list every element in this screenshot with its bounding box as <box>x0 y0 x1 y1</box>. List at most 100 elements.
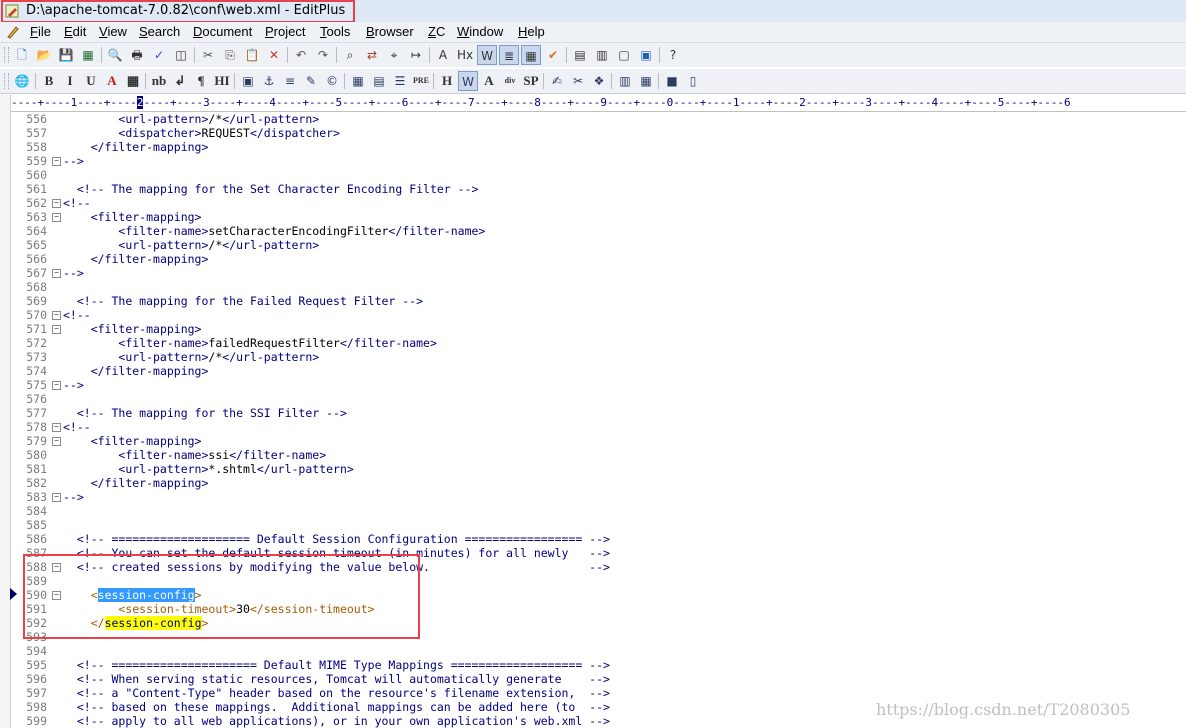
pre-button[interactable]: PRE <box>411 71 431 91</box>
find-in-files-icon[interactable]: ⌖ <box>384 45 404 65</box>
column-icon[interactable]: ▦ <box>521 45 541 65</box>
print-icon[interactable]: 🖶 <box>127 45 147 65</box>
output-icon[interactable]: ▣ <box>636 45 656 65</box>
code-line[interactable]: 578− <!-- <box>11 420 1186 434</box>
goto-icon[interactable]: ↦ <box>406 45 426 65</box>
code-line[interactable]: 582 </filter-mapping> <box>11 476 1186 490</box>
help-icon[interactable]: ? <box>663 45 683 65</box>
code-line[interactable]: 572 <filter-name>failedRequestFilter</fi… <box>11 336 1186 350</box>
code-line[interactable]: 583− --> <box>11 490 1186 504</box>
hex-icon[interactable]: Hx <box>455 45 475 65</box>
code-line[interactable]: 570− <!-- <box>11 308 1186 322</box>
frame-button[interactable]: ▥ <box>615 71 635 91</box>
menu-search[interactable]: Search <box>139 24 180 39</box>
code-line[interactable]: 576 <box>11 392 1186 406</box>
code-line[interactable]: 569 <!-- The mapping for the Failed Requ… <box>11 294 1186 308</box>
code-line[interactable]: 565 <url-pattern>/*</url-pattern> <box>11 238 1186 252</box>
fold-toggle-icon[interactable]: − <box>52 325 61 334</box>
menu-zc[interactable]: ZC <box>428 24 445 39</box>
code-line[interactable]: 561 <!-- The mapping for the Set Charact… <box>11 182 1186 196</box>
toolbar-icon[interactable]: ▤ <box>570 45 590 65</box>
code-line[interactable]: 595 <!-- ===================== Default M… <box>11 658 1186 672</box>
menu-tools[interactable]: Tools <box>320 24 350 39</box>
menu-project[interactable]: Project <box>265 24 305 39</box>
fold-toggle-icon[interactable]: − <box>52 423 61 432</box>
fold-toggle-icon[interactable]: − <box>52 311 61 320</box>
hx-button[interactable]: H <box>437 71 457 91</box>
fold-toggle-icon[interactable]: − <box>52 381 61 390</box>
div-button[interactable]: div <box>500 71 520 91</box>
br-button[interactable]: ↲ <box>170 71 190 91</box>
code-line[interactable]: 556 <url-pattern>/*</url-pattern> <box>11 112 1186 126</box>
fold-toggle-icon[interactable]: − <box>52 269 61 278</box>
italic-button[interactable]: I <box>60 71 80 91</box>
delete-icon[interactable]: ✕ <box>264 45 284 65</box>
grid-button[interactable]: ▦ <box>636 71 656 91</box>
code-line[interactable]: 562− <!-- <box>11 196 1186 210</box>
word-wrap-icon[interactable]: W <box>477 45 497 65</box>
code-line[interactable]: 573 <url-pattern>/*</url-pattern> <box>11 350 1186 364</box>
sp-button[interactable]: SP <box>521 71 541 91</box>
code-line[interactable]: 557 <dispatcher>REQUEST</dispatcher> <box>11 126 1186 140</box>
menu-view[interactable]: View <box>99 24 127 39</box>
image-button[interactable]: ▣ <box>238 71 258 91</box>
find-icon[interactable]: ⌕ <box>340 45 360 65</box>
spell-check-icon[interactable]: ✓ <box>149 45 169 65</box>
copyright-button[interactable]: © <box>322 71 342 91</box>
code-line[interactable]: 581 <url-pattern>*.shtml</url-pattern> <box>11 462 1186 476</box>
toolbar-grip[interactable] <box>4 73 9 89</box>
code-line[interactable]: 594 <box>11 644 1186 658</box>
replace-icon[interactable]: ⇄ <box>362 45 382 65</box>
code-line[interactable]: 567− --> <box>11 266 1186 280</box>
save-icon[interactable]: 💾 <box>56 45 76 65</box>
table-button[interactable]: ▦ <box>348 71 368 91</box>
code-line[interactable]: 597 <!-- a "Content-Type" header based o… <box>11 686 1186 700</box>
fold-toggle-icon[interactable]: − <box>52 213 61 222</box>
code-line[interactable]: 596 <!-- When serving static resources, … <box>11 672 1186 686</box>
menu-document[interactable]: Document <box>193 24 252 39</box>
code-line[interactable]: 566 </filter-mapping> <box>11 252 1186 266</box>
nbsp-button[interactable]: nb <box>149 71 169 91</box>
code-line[interactable]: 580 <filter-name>ssi</filter-name> <box>11 448 1186 462</box>
open-file-icon[interactable]: 📂 <box>34 45 54 65</box>
undo-icon[interactable]: ↶ <box>291 45 311 65</box>
list-button[interactable]: ☰ <box>390 71 410 91</box>
menu-window[interactable]: Window <box>457 24 503 39</box>
print-preview-icon[interactable]: 🔍 <box>105 45 125 65</box>
cut-icon[interactable]: ✂ <box>198 45 218 65</box>
code-line[interactable]: 563− <filter-mapping> <box>11 210 1186 224</box>
menu-help[interactable]: Help <box>518 24 545 39</box>
code-line[interactable]: 585 <box>11 518 1186 532</box>
toolbar-grip[interactable] <box>4 47 9 63</box>
a-button[interactable]: A <box>479 71 499 91</box>
code-line[interactable]: 579− <filter-mapping> <box>11 434 1186 448</box>
bold-button[interactable]: B <box>39 71 59 91</box>
code-line[interactable]: 564 <filter-name>setCharacterEncodingFil… <box>11 224 1186 238</box>
code-line[interactable]: 575− --> <box>11 378 1186 392</box>
font-color-button[interactable]: A <box>102 71 122 91</box>
new-file-icon[interactable]: 🗋 <box>12 45 32 65</box>
browser-icon[interactable]: 🌐 <box>12 71 32 91</box>
redo-icon[interactable]: ↷ <box>313 45 333 65</box>
select-tag-button[interactable]: ✂ <box>568 71 588 91</box>
paragraph-button[interactable]: ¶ <box>191 71 211 91</box>
menu-browser[interactable]: Browser <box>366 24 414 39</box>
w-button[interactable]: W <box>458 71 478 91</box>
fold-toggle-icon[interactable]: − <box>52 199 61 208</box>
edit-tag-button[interactable]: ✍ <box>547 71 567 91</box>
spell-icon[interactable]: ✔ <box>543 45 563 65</box>
save-all-icon[interactable]: ▦ <box>78 45 98 65</box>
code-line[interactable]: 560 <box>11 168 1186 182</box>
fold-toggle-icon[interactable]: − <box>52 437 61 446</box>
comment-button[interactable]: ✎ <box>301 71 321 91</box>
plugin-button[interactable]: ❖ <box>589 71 609 91</box>
directory-icon[interactable]: ▢ <box>614 45 634 65</box>
code-line[interactable]: 574 </filter-mapping> <box>11 364 1186 378</box>
hr-button[interactable]: ≡ <box>280 71 300 91</box>
code-line[interactable]: 584 <box>11 504 1186 518</box>
copy-icon[interactable]: ⎘ <box>220 45 240 65</box>
fold-toggle-icon[interactable]: − <box>52 157 61 166</box>
code-line[interactable]: 577 <!-- The mapping for the SSI Filter … <box>11 406 1186 420</box>
menu-file[interactable]: File <box>30 24 51 39</box>
line-number-icon[interactable]: ≣ <box>499 45 519 65</box>
